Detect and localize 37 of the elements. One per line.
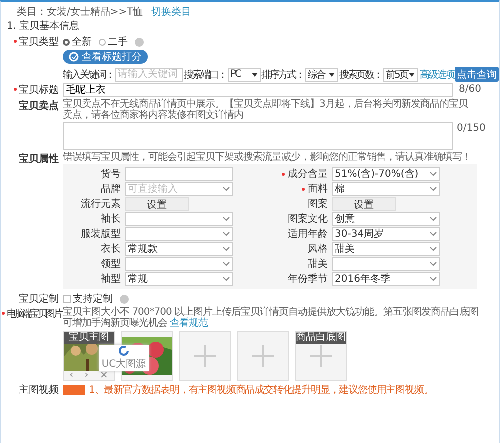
field-label: 电脑端宝贝图片 xyxy=(7,308,61,320)
character-count: 0/150 xyxy=(457,123,486,134)
field-label: 搜索页数： xyxy=(339,68,382,82)
field-label: 宝贝定制 xyxy=(19,292,59,306)
attribute-label: 甜美 xyxy=(308,258,328,271)
field-label: 输入关键词： xyxy=(63,68,114,82)
attribute-label: 领型 xyxy=(101,258,121,271)
field-label: 排序方式： xyxy=(262,68,304,82)
attribute-label: 袖型 xyxy=(101,272,121,286)
attribute-label: 年份季节 xyxy=(288,272,328,286)
attribute-label: 成分含量 xyxy=(288,168,328,181)
attribute-label: 服装版型 xyxy=(81,228,121,241)
field-label: 搜索端口： xyxy=(184,68,226,82)
field-label: 宝贝类型 xyxy=(19,36,59,48)
attribute-label: 袖长 xyxy=(101,212,121,226)
field-label: 主图视频 xyxy=(19,384,59,396)
attribute-label: 流行元素 xyxy=(81,198,121,211)
section-title: 1. 宝贝基本信息 xyxy=(6,20,81,34)
field-label: 宝贝属性 xyxy=(19,152,59,166)
attribute-label: 衣长 xyxy=(101,242,121,256)
slot-caption: 商品白底图 xyxy=(296,332,346,344)
slot-caption: 宝贝主图 xyxy=(64,332,114,344)
field-label: 宝贝标题 xyxy=(19,84,59,96)
attribute-label: 图案文化 xyxy=(288,212,328,226)
field-label: 宝贝卖点 xyxy=(19,99,59,112)
attribute-label: 图案 xyxy=(308,198,328,211)
category-path: 类目：女装/女士精品>>T恤 xyxy=(17,6,144,19)
attribute-label: 面料 xyxy=(308,182,328,196)
hint-text: 宝贝主图大小不 700*700 以上图片上传后宝贝详情页自动提供放大镜功能。第五张图发商品白底图可增加手淘新页曝光机会 查看规范 xyxy=(63,307,480,329)
hint-text: 宝贝卖点不在无线商品详情页中展示。【宝贝卖点即将下线】3月起，后台将关闭新发商品的宝贝卖点，请各位商家将内容装修在图文详情内 xyxy=(63,99,470,121)
attribute-label: 风格 xyxy=(308,242,328,256)
attribute-label: 品牌 xyxy=(101,183,121,196)
attribute-label: 货号 xyxy=(101,168,121,181)
video-note: 1、最新官方数据表明，有主图视频商品成交转化提升明显，建议您使用主图视频。 xyxy=(89,384,434,397)
character-count: 8/60 xyxy=(459,84,482,95)
attribute-label: 适用年龄 xyxy=(288,228,328,241)
hint-text: 错误填写宝贝属性，可能会引起宝贝下架或搜索流量减少，影响您的正常销售，请认真准确填写！ xyxy=(63,152,472,163)
